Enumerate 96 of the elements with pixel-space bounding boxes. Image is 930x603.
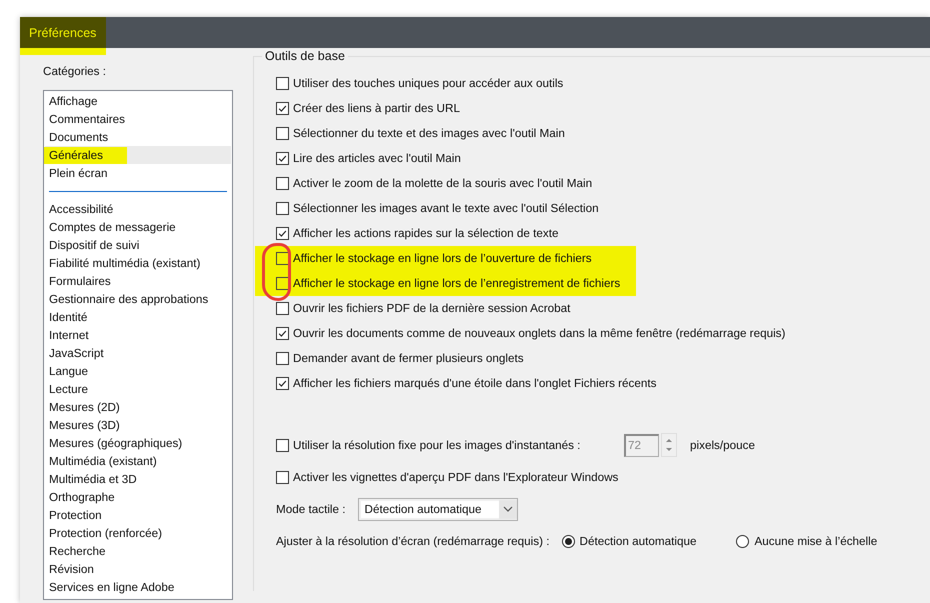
highlight-text: Plein écran [49, 166, 108, 180]
checkbox[interactable] [276, 252, 289, 265]
checkbox[interactable] [276, 127, 289, 140]
category-item[interactable]: Dispositif de suivi [45, 236, 231, 254]
category-item[interactable]: Recherche [45, 542, 231, 560]
category-item[interactable]: Gestionnaire des approbations [45, 290, 231, 308]
radio-label: Aucune mise à l’échelle [754, 534, 878, 548]
category-item[interactable]: Commentaires [45, 110, 231, 128]
category-item[interactable]: Mesures (géographiques) [45, 434, 231, 452]
checkbox[interactable] [276, 438, 289, 452]
category-item[interactable]: Langue [45, 362, 231, 380]
highlight-text: Protection [49, 508, 102, 522]
category-item[interactable]: Plein écran [45, 164, 231, 182]
option-label: Afficher le stockage en ligne lors de l’enregistrement de fichiers [293, 277, 620, 290]
highlight-text: Internet [49, 328, 89, 342]
checkbox[interactable] [276, 302, 289, 315]
highlight-text: Langue [49, 364, 88, 378]
highlight-text: Mesures (2D) [49, 400, 120, 414]
category-item[interactable]: Services en ligne Adobe [45, 578, 231, 596]
checkbox[interactable] [276, 102, 289, 115]
highlight-text: JavaScript [49, 346, 104, 360]
chevron-down-icon [498, 500, 517, 518]
category-item[interactable]: Fiabilité multimédia (existant) [45, 254, 231, 272]
highlight-text: Fiabilité multimédia (existant) [49, 256, 200, 270]
highlight-text: Comptes de messagerie [49, 220, 176, 234]
highlight-text: Recherche [49, 544, 106, 558]
option-label: Demander avant de fermer plusieurs onglets [293, 352, 524, 365]
category-item[interactable]: Lecture [45, 380, 231, 398]
group-title: Outils de base [262, 49, 348, 63]
checkbox[interactable] [276, 327, 289, 340]
category-item[interactable]: Multimédia (existant) [45, 452, 231, 470]
category-item[interactable]: Protection [45, 506, 231, 524]
category-item[interactable]: Identité [45, 308, 231, 326]
category-item[interactable]: Mesures (3D) [45, 416, 231, 434]
categories-label: Catégories : [43, 65, 108, 78]
option-label: Sélectionner les images avant le texte avec l'outil Sélection [293, 202, 599, 215]
dropdown[interactable]: Détection automatique [358, 498, 518, 520]
category-item[interactable]: Formulaires [45, 272, 231, 290]
radio-button[interactable] [562, 534, 574, 548]
category-item[interactable]: Affichage [45, 92, 231, 110]
category-item[interactable]: Accessibilité [45, 200, 231, 218]
field-label: Ajuster à la résolution d’écran (redémarrage requis) : [276, 534, 550, 548]
option-label: Utiliser des touches uniques pour accéder aux outils [293, 77, 564, 90]
highlight-text: Accessibilité [49, 202, 114, 216]
option-label: Activer les vignettes d'aperçu PDF dans l'Explorateur Windows [293, 470, 618, 484]
option-label: Sélectionner du texte et des images avec l'outil Main [293, 127, 565, 140]
highlight-text: Documents [49, 130, 108, 144]
category-item[interactable]: Générales [45, 146, 231, 164]
category-item[interactable]: Mesures (2D) [45, 398, 231, 416]
checkbox[interactable] [276, 377, 289, 390]
checkbox[interactable] [276, 227, 289, 240]
field-label: Mode tactile : [276, 502, 346, 516]
option-label: Activer le zoom de la molette de la souris avec l'outil Main [293, 177, 592, 190]
radio-button[interactable] [736, 534, 750, 548]
highlight-text: Orthographe [49, 490, 115, 504]
highlight-text: Gestionnaire des approbations [49, 292, 208, 306]
checkbox[interactable] [276, 152, 289, 165]
highlight-text: Mesures (3D) [49, 418, 120, 432]
highlight-text: Services en ligne Adobe [49, 580, 174, 594]
category-item[interactable]: Documents [45, 128, 231, 146]
highlight-text: Multimédia et 3D [49, 472, 137, 486]
highlight-text: Protection (renforcée) [49, 526, 162, 540]
category-item[interactable]: Internet [45, 326, 231, 344]
option-label: Afficher le stockage en ligne lors de l’ouverture de fichiers [293, 252, 592, 265]
highlight-text: Commentaires [49, 112, 125, 126]
category-item[interactable]: Multimédia et 3D [45, 470, 231, 488]
highlight-text: Dispositif de suivi [49, 238, 140, 252]
option-label: Ouvrir les documents comme de nouveaux onglets dans la même fenêtre (redémarrage requis) [293, 327, 786, 340]
unit-label: pixels/pouce [690, 438, 755, 452]
option-label: Afficher les fichiers marqués d'une étoile dans l'onglet Fichiers récents [293, 377, 656, 390]
checkbox[interactable] [276, 277, 289, 290]
highlight-text: Lecture [49, 382, 88, 396]
option-label: Utiliser la résolution fixe pour les images d'instantanés : [293, 438, 582, 452]
category-item[interactable]: Orthographe [45, 488, 231, 506]
spin-arrows-icon[interactable] [661, 433, 677, 457]
highlight-text: Identité [49, 310, 88, 324]
option-label: Créer des liens à partir des URL [293, 102, 460, 115]
highlight-text: Affichage [49, 94, 98, 108]
category-item[interactable]: Comptes de messagerie [45, 218, 231, 236]
checkbox[interactable] [276, 77, 289, 90]
highlight-text: Mesures (géographiques) [49, 436, 182, 450]
category-item[interactable]: Protection (renforcée) [45, 524, 231, 542]
radio-label: Détection automatique [580, 534, 696, 548]
highlight-text: Formulaires [49, 274, 111, 288]
checkbox[interactable] [276, 470, 289, 484]
checkbox[interactable] [276, 177, 289, 190]
highlight-text: Multimédia (existant) [49, 454, 157, 468]
category-item[interactable]: JavaScript [45, 344, 231, 362]
category-item[interactable]: Révision [45, 560, 231, 578]
highlight-text: Révision [49, 562, 94, 576]
option-label: Lire des articles avec l'outil Main [293, 152, 461, 165]
highlight-text: Générales [44, 146, 127, 164]
option-label: Afficher les actions rapides sur la sélection de texte [293, 227, 558, 240]
option-label: Ouvrir les fichiers PDF de la dernière session Acrobat [293, 302, 570, 315]
checkbox[interactable] [276, 352, 289, 365]
checkbox[interactable] [276, 202, 289, 215]
